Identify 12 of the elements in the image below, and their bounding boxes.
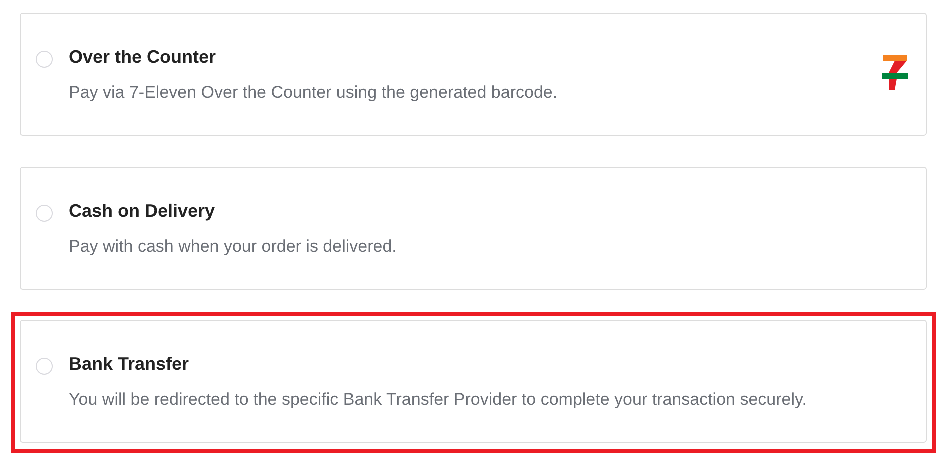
option-title: Cash on Delivery [69, 200, 216, 223]
payment-option-card[interactable]: Over the Counter Pay via 7-Eleven Over the Counter using the generated barcode. [20, 13, 927, 136]
option-description: Pay via 7-Eleven Over the Counter using the generated barcode. [69, 82, 559, 104]
option-title: Bank Transfer [69, 353, 190, 376]
option-description: Pay with cash when your order is delivered. [69, 236, 398, 258]
payment-option-card[interactable]: Bank Transfer You will be redirected to the specific Bank Transfer Provider to complete your transaction securely. [20, 320, 927, 443]
radio-button[interactable] [36, 51, 53, 68]
payment-option-card[interactable]: Cash on Delivery Pay with cash when your order is delivered. [20, 167, 927, 290]
radio-button[interactable] [36, 358, 53, 375]
option-title: Over the Counter [69, 46, 218, 69]
option-description: You will be redirected to the specific Bank Transfer Provider to complete your transaction securely. [69, 389, 808, 411]
radio-button[interactable] [36, 205, 53, 222]
